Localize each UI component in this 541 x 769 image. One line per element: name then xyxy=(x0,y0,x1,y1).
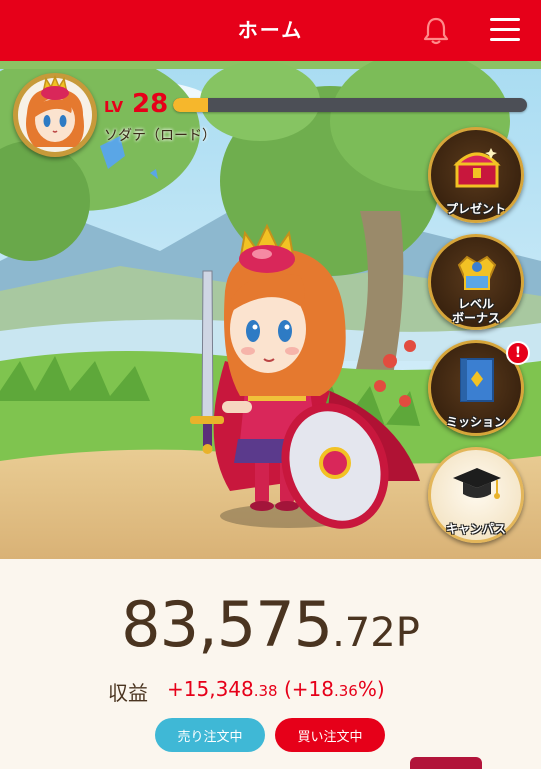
page-title: ホーム xyxy=(237,18,304,42)
buy-orders-button[interactable]: 買い注文中 xyxy=(275,718,385,752)
mission-alert-badge: ! xyxy=(506,341,530,365)
level-bonus-label-line2: ボーナス xyxy=(451,311,500,325)
present-label: プレゼント xyxy=(445,202,506,216)
points-unit: P xyxy=(395,610,420,656)
points-decimal: .72 xyxy=(332,610,396,656)
mission-label: ミッション xyxy=(445,415,506,429)
hamburger-menu-icon[interactable] xyxy=(488,16,522,44)
present-button[interactable]: プレゼント xyxy=(428,127,524,223)
profit-integer: +15,348 xyxy=(167,677,254,701)
character-name: ソダテ（ロード） xyxy=(104,128,216,144)
points-integer: 83,575 xyxy=(121,588,333,661)
level-bonus-button[interactable]: レベル ボーナス xyxy=(428,234,524,330)
next-section-tab[interactable] xyxy=(410,757,482,769)
profit-value: +15,348.38 (+18.36%) xyxy=(167,677,385,701)
graduation-cap-icon xyxy=(453,468,501,499)
sell-orders-button[interactable]: 売り注文中 xyxy=(155,718,265,752)
treasure-chest-icon xyxy=(453,148,501,188)
app-header: ホーム xyxy=(0,0,541,61)
level-label: LV xyxy=(104,98,124,116)
profit-percent-decimal: .36 xyxy=(333,682,358,700)
profit-decimal: .38 xyxy=(253,682,278,700)
level-number: 28 xyxy=(132,89,169,119)
mission-book-icon xyxy=(460,358,494,402)
campus-button[interactable]: キャンパス xyxy=(428,447,524,543)
campus-label: キャンパス xyxy=(445,522,506,536)
total-points: 83,575.72P xyxy=(0,588,541,661)
level-bonus-icon xyxy=(457,255,497,290)
mission-button[interactable]: ! ミッション xyxy=(428,340,530,436)
profit-label: 収益 xyxy=(108,681,148,705)
player-avatar[interactable] xyxy=(13,73,97,157)
xp-progress-bar xyxy=(173,98,527,112)
xp-progress-fill xyxy=(173,98,209,112)
bell-icon[interactable] xyxy=(422,16,450,46)
level-bonus-label-line1: レベル xyxy=(457,297,494,311)
profit-percent-close: %) xyxy=(357,677,385,701)
profit-percent-open: (+18 xyxy=(283,677,334,701)
